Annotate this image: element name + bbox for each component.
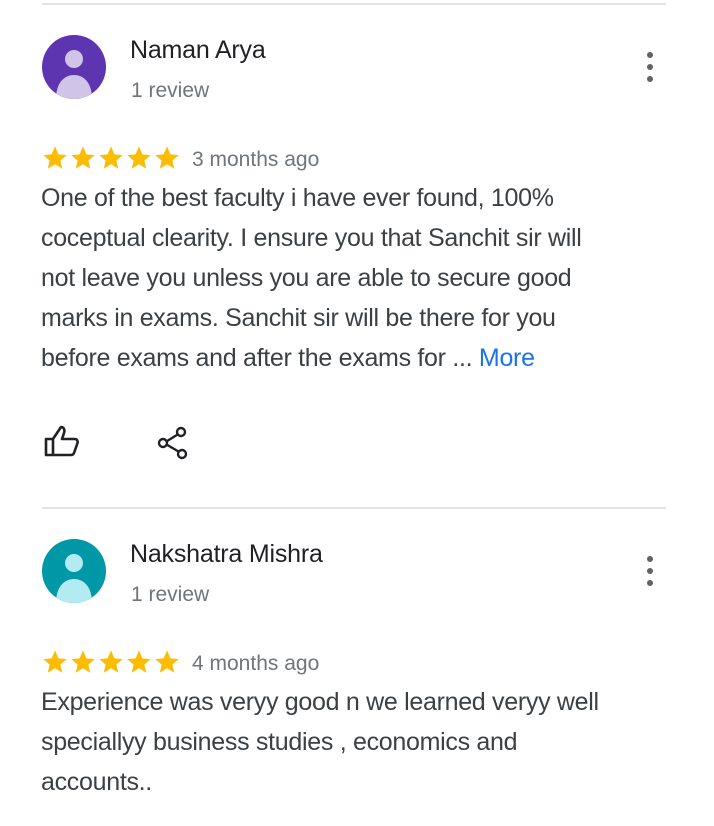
thumb-up-icon <box>44 425 79 457</box>
review-count: 1 review <box>131 583 210 606</box>
reviewer-name[interactable]: Naman Arya <box>130 36 266 65</box>
more-vert-icon <box>647 52 653 82</box>
star-icon <box>99 146 123 169</box>
more-link[interactable]: More <box>479 344 535 372</box>
star-icon <box>43 650 67 673</box>
star-rating <box>41 143 181 173</box>
avatar[interactable] <box>42 35 106 99</box>
review-divider <box>42 507 666 509</box>
more-vert-icon <box>647 556 653 586</box>
review-count: 1 review <box>131 79 210 102</box>
review-date: 3 months ago <box>192 148 320 171</box>
star-icon <box>99 650 123 673</box>
review-text: Experience was veryy good n we learned v… <box>41 682 621 802</box>
review-text: One of the best faculty i have ever foun… <box>41 178 621 378</box>
more-options-button[interactable] <box>636 47 664 87</box>
top-divider <box>42 3 666 5</box>
reviewer-name[interactable]: Nakshatra Mishra <box>130 540 323 569</box>
star-icon <box>155 650 179 673</box>
person-icon <box>42 539 106 603</box>
avatar[interactable] <box>42 539 106 603</box>
like-button[interactable] <box>42 422 82 462</box>
star-icon <box>71 146 95 169</box>
star-icon <box>71 650 95 673</box>
review-body: Experience was veryy good n we learned v… <box>41 688 599 796</box>
review-date: 4 months ago <box>192 652 320 675</box>
share-button[interactable] <box>154 423 194 463</box>
star-icon <box>43 146 67 169</box>
star-icon <box>155 146 179 169</box>
star-icon <box>127 146 151 169</box>
share-icon <box>157 426 188 460</box>
star-icon <box>127 650 151 673</box>
star-rating <box>41 647 181 677</box>
more-options-button[interactable] <box>636 551 664 591</box>
person-icon <box>42 35 106 99</box>
